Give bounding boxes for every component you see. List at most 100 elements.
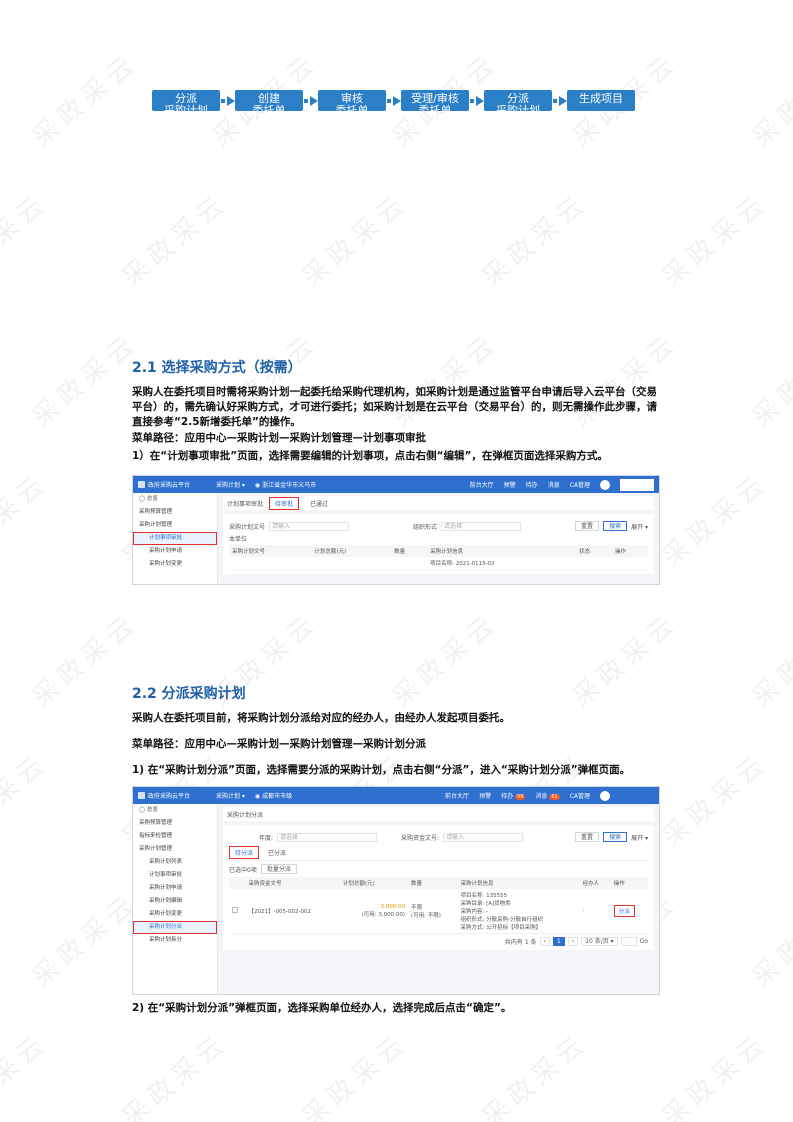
quantity: 不限 [411, 905, 423, 911]
watermark-text: 采政采云 [476, 1027, 595, 1122]
watermark-text: 采政采云 [116, 187, 235, 294]
sidebar-item[interactable]: 采购预算管理 [133, 506, 217, 519]
todo-badge: 99 [515, 794, 526, 800]
sidebar-item[interactable]: 采购计划申请 [133, 545, 217, 558]
year-select[interactable]: 请选择 [277, 832, 378, 842]
plan-info-line: 项目名称: 135555 [460, 893, 508, 899]
pager-size-select[interactable]: 10 条/页 ▾ [581, 937, 618, 946]
watermark-text: 采政采云 [296, 187, 415, 294]
sidebar-item[interactable]: 采购计划分派 [133, 921, 217, 934]
table-row[interactable]: 项目名称: 2021-0115-02 [229, 557, 648, 570]
flow-step: 创建 委托单 [235, 90, 303, 111]
batch-assign-button[interactable]: 批量分派 [260, 864, 297, 874]
sidebar-item[interactable]: 采购计划变更 [133, 558, 217, 571]
filter-label-fund-no: 采购资金文号: [401, 834, 440, 842]
sidebar-item[interactable]: 采购计划拆分 [133, 934, 217, 947]
sidebar: ◯ 总览 采购预算管理 采购计划管理 计划事项审批 采购计划申请 采购计划变更 [133, 493, 218, 584]
watermark-text: 采政采云 [746, 47, 793, 154]
watermark-text: 采政采云 [656, 1027, 775, 1122]
pager-prev[interactable]: ‹ [539, 937, 550, 946]
tab-pending[interactable]: 待审批 [269, 496, 300, 510]
app-topbar: 政府采购云平台 采购计划 ▾ ◉ 成都市市级 前台大厅 预警 待办 99 消息 … [133, 787, 659, 804]
sidebar-item[interactable]: 采购计划变更 [133, 908, 217, 921]
sidebar-item[interactable]: 指标来检管理 [133, 830, 217, 843]
row-checkbox[interactable] [232, 907, 238, 913]
sidebar-item[interactable]: 采购预算管理 [133, 817, 217, 830]
nav-plan[interactable]: 采购计划 ▾ [216, 791, 245, 800]
nav-front-hall[interactable]: 前台大厅 [470, 480, 494, 489]
column-header: 采购计划信息 [427, 545, 577, 557]
column-header: 数量 [391, 545, 428, 557]
reset-button[interactable]: 重置 [575, 521, 600, 531]
search-button[interactable]: 搜索 [603, 832, 628, 842]
sidebar-item[interactable]: 计划事项审批 [133, 869, 217, 882]
plan-info-line: 组织形式: 分散采购-分散自行组织 [460, 917, 544, 923]
nav-ca[interactable]: CA管理 [570, 791, 590, 800]
sidebar-item[interactable]: 采购计划列表 [133, 856, 217, 869]
nav-region[interactable]: ◉ 浙江省金华市义乌市 [255, 480, 316, 489]
fund-no-input[interactable]: 请输入 [443, 832, 524, 842]
plan-no-input[interactable]: 请输入 [269, 521, 350, 531]
sidebar-item[interactable]: 采购计划管理 [133, 843, 217, 856]
reset-button[interactable]: 重置 [575, 832, 600, 842]
pager-page[interactable]: 1 [552, 937, 565, 946]
pager-goto[interactable]: Go [640, 938, 648, 945]
org-form-select[interactable]: 请选择 [441, 521, 522, 531]
sidebar-item[interactable]: 采购计划申请 [133, 882, 217, 895]
sidebar-item[interactable]: 采购计划编辑 [133, 895, 217, 908]
flow-step-line2: 委托单 [252, 104, 286, 112]
flow-step-line1: 生成项目 [579, 92, 623, 105]
search-button[interactable]: 搜索 [603, 521, 628, 531]
nav-todo[interactable]: 待办 99 [501, 791, 526, 800]
sidebar-item[interactable]: 计划事项审批 [133, 532, 217, 545]
user-box[interactable] [620, 790, 654, 802]
user-box[interactable] [620, 478, 654, 491]
nav-warning[interactable]: 预警 [479, 791, 491, 800]
nav-ca[interactable]: CA管理 [570, 480, 590, 489]
section-title-2-2: 2.2 分派采购计划 [132, 686, 246, 702]
section-2-2-step1: 1) 在“采购计划分派”页面，选择需要分派的采购计划，点击右侧“分派”，进入“采… [132, 764, 631, 776]
tab-passed[interactable]: 已通过 [305, 498, 333, 509]
column-header: 经办人 [579, 877, 611, 889]
table-row[interactable]: 【2021】-005-002-002 3,000.00 (可用: 3,000.00… [229, 889, 648, 934]
tab-assigned[interactable]: 已分派 [263, 847, 291, 858]
flow-step-line2: 采购计划 [164, 104, 208, 112]
section-2-1-menu-path: 菜单路径：应用中心—采购计划—采购计划管理—计划事项审批 [132, 432, 426, 444]
pager-next[interactable]: › [567, 937, 579, 946]
sidebar-item[interactable]: ◯ 总览 [133, 804, 217, 817]
nav-plan[interactable]: 采购计划 ▾ [216, 480, 245, 489]
nav-warning[interactable]: 预警 [504, 480, 516, 489]
nav-message[interactable]: 消息 61 [535, 791, 560, 800]
nav-region[interactable]: ◉ 成都市市级 [255, 791, 292, 800]
watermark-text: 采政采云 [386, 607, 505, 714]
app-name: 政府采购云平台 [148, 793, 191, 800]
sidebar-item[interactable]: 采购计划管理 [133, 519, 217, 532]
nav-front-hall[interactable]: 前台大厅 [445, 791, 469, 800]
user-avatar-icon[interactable] [600, 790, 610, 801]
watermark-text: 采政采云 [296, 1027, 415, 1122]
filter-label-org-form: 组织形式 [413, 523, 438, 531]
assign-button[interactable]: 分派 [613, 905, 635, 917]
user-avatar-icon[interactable] [600, 479, 610, 490]
screenshot-plan-approval: 政府采购云平台 采购计划 ▾ ◉ 浙江省金华市义乌市 前台大厅 预警 待办 消息… [132, 475, 660, 585]
tab-to-assign[interactable]: 待分派 [229, 846, 260, 859]
sidebar: ◯ 总览 采购预算管理 指标来检管理 采购计划管理 采购计划列表 计划事项审批 采购计划申请… [133, 804, 218, 994]
section-2-1-step1: 1）在“计划事项审批”页面，选择需要编辑的计划事项，点击右侧“编辑”，在弹框页面… [132, 450, 608, 462]
plan-info-line: 采购方式: 公开招标【项目采购】 [460, 925, 542, 931]
watermark-text: 采政采云 [26, 327, 145, 434]
watermark-text: 采政采云 [0, 187, 55, 294]
filter-label-year: 年度: [259, 834, 274, 842]
watermark-text: 采政采云 [26, 47, 145, 154]
sidebar-item[interactable]: ◯ 总览 [133, 493, 217, 506]
watermark-text: 采政采云 [746, 887, 793, 994]
expand-button[interactable]: 展开 ▾ [631, 522, 648, 531]
pager-goto-input[interactable] [620, 937, 637, 946]
app-name: 政府采购云平台 [148, 482, 191, 489]
expand-button[interactable]: 展开 ▾ [631, 833, 648, 842]
watermark-text: 采政采云 [26, 607, 145, 714]
nav-message[interactable]: 消息 [548, 480, 560, 489]
flow-step-line2: 采购计划 [496, 104, 540, 112]
section-title-2-1: 2.1 选择采购方式（按需） [132, 360, 302, 376]
nav-todo[interactable]: 待办 [526, 480, 538, 489]
pager-total: 共内有 1 条 [504, 939, 537, 946]
